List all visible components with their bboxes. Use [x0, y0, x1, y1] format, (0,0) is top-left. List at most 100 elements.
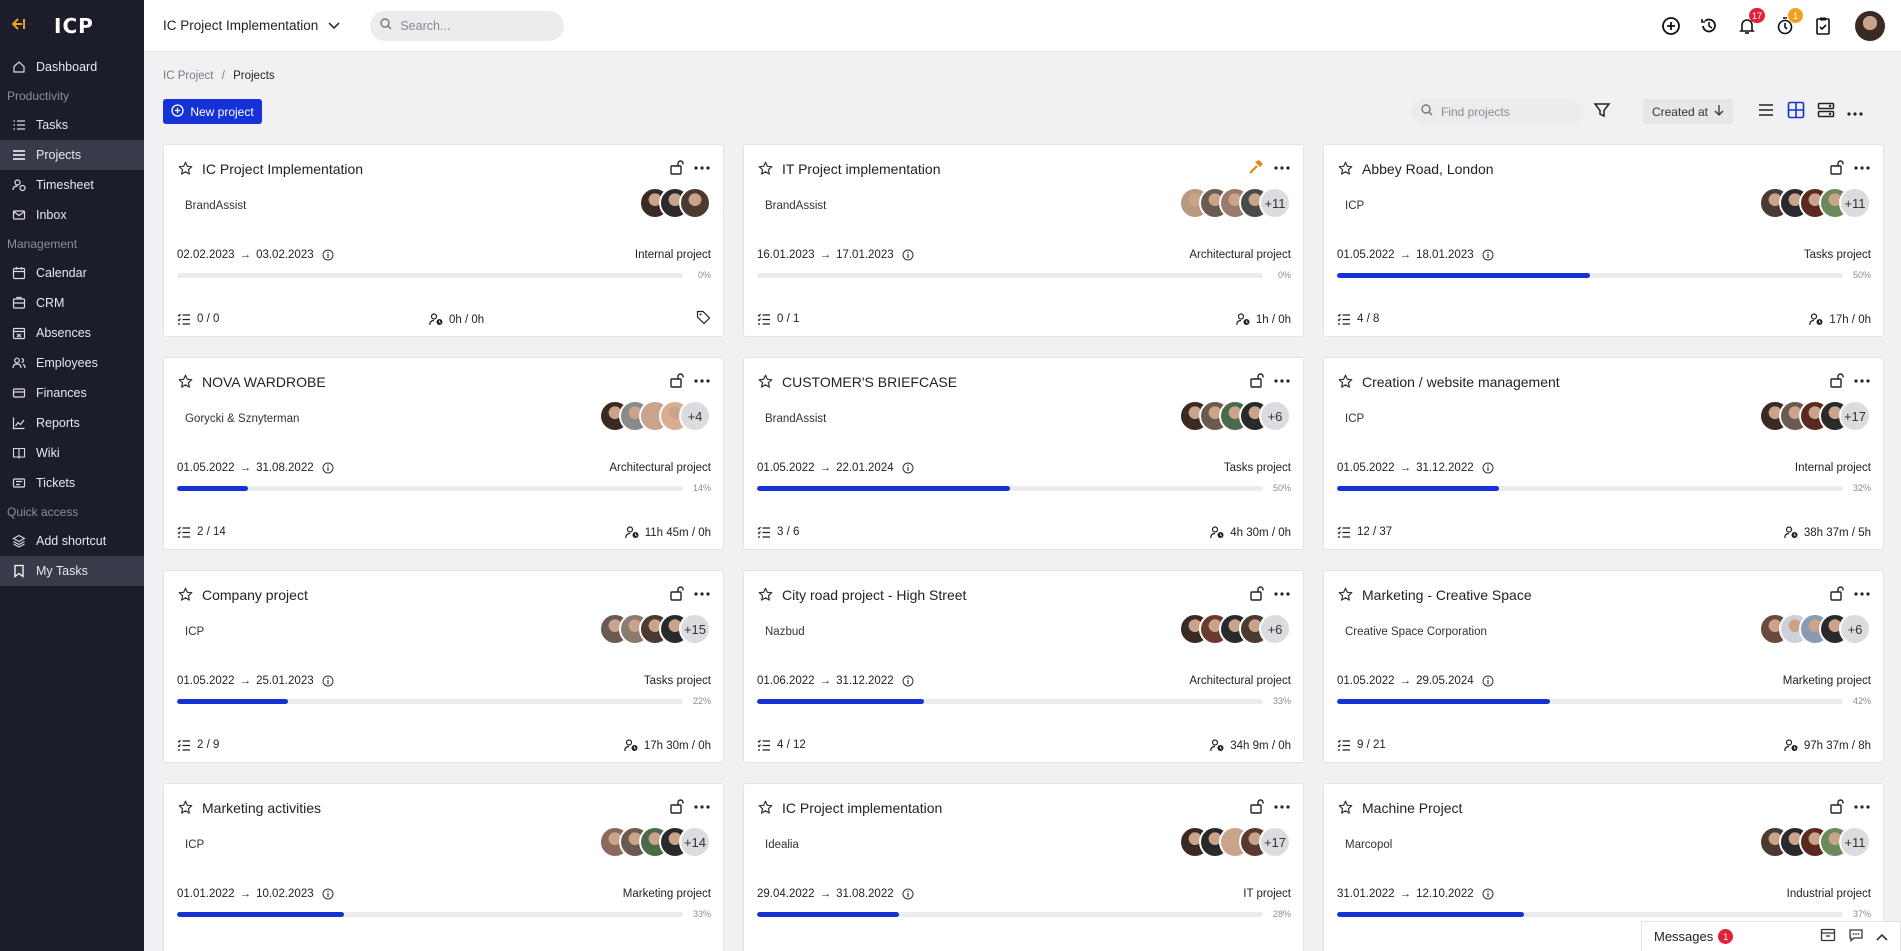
notifications-bell-icon[interactable]: 17	[1735, 8, 1765, 38]
unlock-icon[interactable]	[1829, 159, 1845, 178]
info-icon[interactable]	[1482, 249, 1494, 261]
project-card[interactable]: City road project - High Street Nazbud +6 0…	[743, 570, 1304, 763]
sidebar-item-absences[interactable]: Absences	[0, 318, 144, 348]
star-icon[interactable]	[1338, 587, 1353, 605]
hammer-icon[interactable]	[1247, 159, 1265, 178]
more-options-icon[interactable]	[1854, 585, 1870, 599]
project-title[interactable]: Marketing activities	[202, 800, 321, 816]
star-icon[interactable]	[178, 374, 193, 392]
star-icon[interactable]	[758, 800, 773, 818]
project-card[interactable]: IC Project Implementation BrandAssist 02.0…	[163, 144, 724, 337]
sidebar-item-my-tasks[interactable]: My Tasks	[0, 556, 144, 586]
project-title[interactable]: Creation / website management	[1362, 374, 1560, 390]
star-icon[interactable]	[178, 161, 193, 179]
project-card[interactable]: IT Project implementation BrandAssist +11 1…	[743, 144, 1304, 337]
new-project-button[interactable]: New project	[163, 99, 262, 124]
star-icon[interactable]	[758, 161, 773, 179]
more-options-icon[interactable]	[1847, 105, 1863, 119]
board-view-icon[interactable]	[1817, 102, 1835, 121]
history-icon[interactable]	[1697, 14, 1721, 38]
unlock-icon[interactable]	[1249, 798, 1265, 817]
filter-icon[interactable]	[1593, 101, 1611, 122]
unlock-icon[interactable]	[669, 585, 685, 604]
sidebar-item-wiki[interactable]: Wiki	[0, 438, 144, 468]
avatar-overflow-count[interactable]: +11	[1259, 187, 1291, 219]
star-icon[interactable]	[178, 587, 193, 605]
more-options-icon[interactable]	[694, 159, 710, 173]
project-title[interactable]: IT Project implementation	[782, 161, 940, 177]
info-icon[interactable]	[902, 888, 914, 900]
project-card[interactable]: IC Project implementation Idealia +17 29.04…	[743, 783, 1304, 951]
project-title[interactable]: City road project - High Street	[782, 587, 966, 603]
messages-panel[interactable]: Messages 1	[1641, 921, 1901, 951]
info-icon[interactable]	[1482, 462, 1494, 474]
sidebar-item-employees[interactable]: Employees	[0, 348, 144, 378]
project-card[interactable]: Marketing - Creative Space Creative Space…	[1323, 570, 1884, 763]
sidebar-item-reports[interactable]: Reports	[0, 408, 144, 438]
app-logo[interactable]: ICP	[54, 14, 94, 38]
star-icon[interactable]	[758, 587, 773, 605]
project-card[interactable]: Abbey Road, London ICP +11 01.05.2022 → 18.01…	[1323, 144, 1884, 337]
sidebar-item-calendar[interactable]: Calendar	[0, 258, 144, 288]
project-title[interactable]: IC Project implementation	[782, 800, 942, 816]
avatar-overflow-count[interactable]: +15	[679, 613, 711, 645]
search-input[interactable]: Search...	[370, 10, 565, 41]
avatar-overflow-count[interactable]: +4	[679, 400, 711, 432]
more-options-icon[interactable]	[1274, 159, 1290, 173]
archive-icon[interactable]	[1820, 928, 1836, 945]
project-card[interactable]: Creation / website management ICP +17 01.05…	[1323, 357, 1884, 550]
info-icon[interactable]	[322, 462, 334, 474]
star-icon[interactable]	[178, 800, 193, 818]
unlock-icon[interactable]	[1249, 372, 1265, 391]
more-options-icon[interactable]	[1854, 372, 1870, 386]
avatar-overflow-count[interactable]: +17	[1259, 826, 1291, 858]
tag-icon[interactable]	[696, 310, 711, 328]
project-card[interactable]: Company project ICP +15 01.05.2022 → 25.01.20…	[163, 570, 724, 763]
avatar-overflow-count[interactable]: +6	[1259, 400, 1291, 432]
sidebar-item-inbox[interactable]: Inbox	[0, 200, 144, 230]
unlock-icon[interactable]	[669, 798, 685, 817]
more-options-icon[interactable]	[694, 798, 710, 812]
user-avatar[interactable]	[1855, 11, 1885, 41]
more-options-icon[interactable]	[1274, 585, 1290, 599]
project-card[interactable]: CUSTOMER'S BRIEFCASE BrandAssist +6 01.05.2…	[743, 357, 1304, 550]
unlock-icon[interactable]	[669, 159, 685, 178]
avatar[interactable]	[679, 187, 711, 219]
add-icon[interactable]	[1659, 14, 1683, 38]
chevron-up-icon[interactable]	[1876, 929, 1888, 944]
chat-icon[interactable]	[1848, 928, 1864, 945]
unlock-icon[interactable]	[669, 372, 685, 391]
sidebar-item-add-shortcut[interactable]: Add shortcut	[0, 526, 144, 556]
info-icon[interactable]	[902, 249, 914, 261]
more-options-icon[interactable]	[694, 585, 710, 599]
sidebar-item-tasks[interactable]: Tasks	[0, 110, 144, 140]
info-icon[interactable]	[1482, 675, 1494, 687]
more-options-icon[interactable]	[1274, 798, 1290, 812]
sort-button[interactable]: Created at	[1643, 99, 1733, 124]
collapse-sidebar-icon[interactable]	[10, 17, 26, 36]
unlock-icon[interactable]	[1829, 798, 1845, 817]
star-icon[interactable]	[1338, 374, 1353, 392]
star-icon[interactable]	[758, 374, 773, 392]
clipboard-check-icon[interactable]	[1811, 14, 1835, 38]
project-title[interactable]: CUSTOMER'S BRIEFCASE	[782, 374, 957, 390]
timer-icon[interactable]: 1	[1773, 8, 1803, 38]
info-icon[interactable]	[322, 249, 334, 261]
info-icon[interactable]	[322, 888, 334, 900]
avatar-overflow-count[interactable]: +11	[1839, 826, 1871, 858]
info-icon[interactable]	[322, 675, 334, 687]
grid-view-icon[interactable]	[1787, 101, 1805, 122]
project-title[interactable]: Abbey Road, London	[1362, 161, 1494, 177]
avatar-overflow-count[interactable]: +14	[679, 826, 711, 858]
more-options-icon[interactable]	[1854, 798, 1870, 812]
project-card[interactable]: Marketing activities ICP +14 01.01.2022 → 10.…	[163, 783, 724, 951]
star-icon[interactable]	[1338, 161, 1353, 179]
project-title[interactable]: Company project	[202, 587, 308, 603]
unlock-icon[interactable]	[1829, 585, 1845, 604]
sidebar-item-timesheet[interactable]: Timesheet	[0, 170, 144, 200]
info-icon[interactable]	[902, 675, 914, 687]
sidebar-item-crm[interactable]: CRM	[0, 288, 144, 318]
sidebar-item-dashboard[interactable]: Dashboard	[0, 52, 144, 82]
project-title[interactable]: IC Project Implementation	[202, 161, 363, 177]
unlock-icon[interactable]	[1249, 585, 1265, 604]
